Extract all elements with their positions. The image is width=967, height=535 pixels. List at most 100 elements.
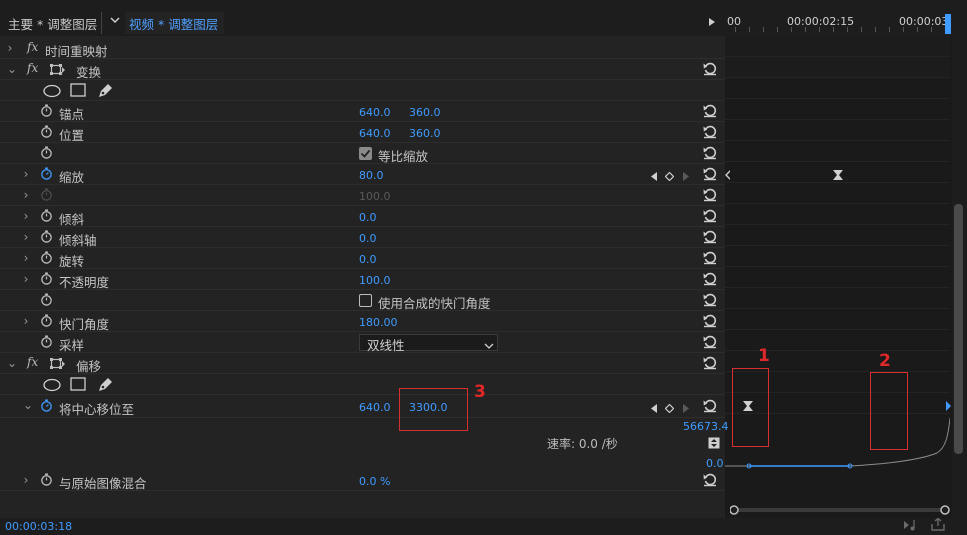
stopwatch-icon[interactable] [40,335,53,348]
transform-box-icon[interactable] [48,63,66,77]
rectangle-mask-icon[interactable] [70,83,86,97]
position-y-value[interactable]: 360.0 [409,127,441,140]
chevron-down-icon[interactable]: ⌄ [6,356,18,370]
reset-icon[interactable] [703,230,717,244]
skew-value[interactable]: 0.0 [359,211,377,224]
add-keyframe-icon[interactable] [664,402,675,414]
reset-icon[interactable] [703,399,717,413]
property-scale-row[interactable]: › 缩放 80.0 [0,164,725,185]
reset-icon[interactable] [703,251,717,265]
chevron-right-icon[interactable]: › [4,41,16,55]
anchor-y-value[interactable]: 360.0 [409,106,441,119]
add-keyframe-icon[interactable] [664,170,675,182]
playhead-marker[interactable] [945,14,951,34]
reset-icon[interactable] [703,146,717,160]
transform-box-icon[interactable] [48,357,66,371]
export-frame-icon[interactable] [930,517,946,532]
velocity-toggle-icon[interactable] [708,437,720,449]
stopwatch-icon[interactable] [40,314,53,327]
chevron-right-icon[interactable]: › [20,230,32,244]
property-skew-row[interactable]: › 倾斜 0.0 [0,206,725,227]
stopwatch-icon[interactable] [40,209,53,222]
reset-icon[interactable] [703,314,717,328]
pen-mask-icon[interactable] [97,82,114,99]
reset-icon[interactable] [703,473,717,487]
prev-keyframe-icon[interactable] [650,402,658,413]
chevron-right-icon[interactable]: › [20,314,32,328]
effect-time-remap-row[interactable]: › fx 时间重映射 [0,38,725,59]
property-sampling-row[interactable]: 采样 双线性 [0,332,725,353]
position-x-value[interactable]: 640.0 [359,127,391,140]
current-timecode[interactable]: 00:00:03:18 [5,520,72,533]
prev-keyframe-icon[interactable] [650,170,658,181]
scale-value[interactable]: 80.0 [359,169,384,182]
stopwatch-icon[interactable] [40,146,53,159]
reset-icon[interactable] [703,188,717,202]
scale-keyframe-end[interactable] [832,169,844,181]
property-uniform-scale-row[interactable]: 等比缩放 [0,143,725,164]
property-skew-axis-row[interactable]: › 倾斜轴 0.0 [0,227,725,248]
effect-offset-row[interactable]: ⌄ fx 偏移 [0,353,725,374]
stopwatch-icon[interactable] [40,230,53,243]
reset-icon[interactable] [703,104,717,118]
fx-icon[interactable]: fx [27,40,38,54]
property-shutter-angle-row[interactable]: › 快门角度 180.00 [0,311,725,332]
property-anchor-row[interactable]: 锚点 640.0 360.0 [0,101,725,122]
stopwatch-icon[interactable] [40,104,53,117]
fx-icon[interactable]: fx [27,355,38,369]
next-keyframe-icon[interactable] [682,170,690,181]
play-triangle-icon[interactable] [707,16,717,26]
stopwatch-active-icon[interactable] [40,167,53,180]
timeline-zoom-scrollbar[interactable] [729,504,950,515]
ellipse-mask-icon[interactable] [42,378,62,392]
property-position-row[interactable]: 位置 640.0 360.0 [0,122,725,143]
master-clip-tab[interactable]: 主要 * 调整图层 [8,14,97,33]
property-comp-shutter-row[interactable]: 使用合成的快门角度 [0,290,725,311]
scrollbar-thumb[interactable] [954,204,963,454]
opacity-value[interactable]: 100.0 [359,274,391,287]
sampling-dropdown[interactable]: 双线性 [359,334,498,353]
skew-axis-value[interactable]: 0.0 [359,232,377,245]
chevron-down-icon[interactable]: ⌄ [6,62,18,76]
shutter-angle-value[interactable]: 180.00 [359,316,398,329]
reset-icon[interactable] [703,209,717,223]
reset-icon[interactable] [703,356,717,370]
uniform-scale-checkbox[interactable] [359,147,372,160]
chevron-right-icon[interactable]: › [20,167,32,181]
shift-center-x-value[interactable]: 640.0 [359,401,391,414]
stopwatch-active-icon[interactable] [40,399,53,412]
chevron-right-icon[interactable]: › [20,272,32,286]
reset-icon[interactable] [703,167,717,181]
chevron-down-icon[interactable] [109,14,121,26]
reset-icon[interactable] [703,62,717,76]
reset-icon[interactable] [703,272,717,286]
audio-playback-icon[interactable] [903,518,919,532]
reset-icon[interactable] [703,293,717,307]
ellipse-mask-icon[interactable] [42,84,62,98]
chevron-right-icon[interactable]: › [20,251,32,265]
anchor-x-value[interactable]: 640.0 [359,106,391,119]
rotation-value[interactable]: 0.0 [359,253,377,266]
reset-icon[interactable] [703,125,717,139]
property-rotation-row[interactable]: › 旋转 0.0 [0,248,725,269]
fx-icon[interactable]: fx [27,61,38,75]
property-blend-row[interactable]: › 与原始图像混合 0.0 % [0,470,725,491]
scale-keyframe-start[interactable] [724,169,732,181]
vertical-scrollbar[interactable] [952,36,967,518]
stopwatch-icon[interactable] [40,272,53,285]
stopwatch-icon[interactable] [40,473,53,486]
stopwatch-icon[interactable] [40,293,53,306]
property-shift-center-row[interactable]: ⌄ 将中心移位至 640.0 3300.0 [0,395,725,418]
offset-keyframe-end[interactable] [944,400,952,412]
reset-icon[interactable] [703,335,717,349]
next-keyframe-icon[interactable] [682,402,690,413]
rectangle-mask-icon[interactable] [70,377,86,391]
timeline-ruler[interactable]: 00 00:00:02:15 00:00:03 [725,10,967,36]
property-opacity-row[interactable]: › 不透明度 100.0 [0,269,725,290]
pen-mask-icon[interactable] [97,376,114,393]
stopwatch-icon[interactable] [40,125,53,138]
chevron-down-icon[interactable]: ⌄ [22,398,34,412]
stopwatch-icon[interactable] [40,251,53,264]
chevron-right-icon[interactable]: › [20,209,32,223]
chevron-right-icon[interactable]: › [20,473,32,487]
